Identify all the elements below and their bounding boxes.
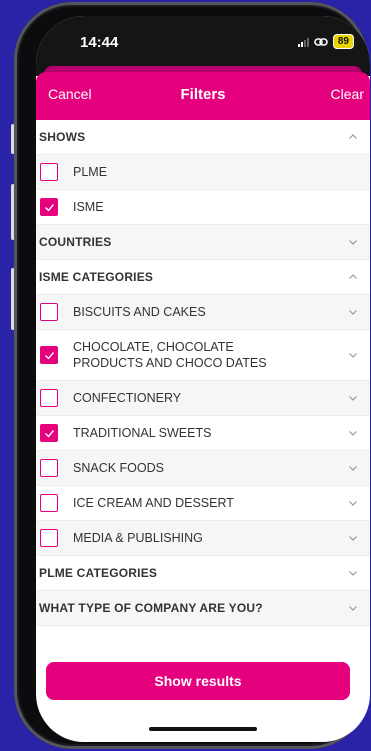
page-title: Filters (180, 86, 226, 103)
filter-list: SHOWS PLME ISME COUNTRIES ISME CATEGORIE (36, 120, 370, 626)
option-label: ISME (73, 200, 104, 214)
checkbox[interactable] (40, 424, 58, 442)
option-label: PLME (73, 165, 108, 179)
battery-indicator: 89 (332, 34, 354, 49)
option-traditional-sweets[interactable]: TRADITIONAL SWEETS (36, 416, 370, 451)
filters-header: Cancel Filters Clear (36, 72, 370, 120)
show-results-button[interactable]: Show results (46, 662, 350, 700)
status-icons: 89 (297, 34, 354, 49)
section-label: SHOWS (39, 130, 86, 144)
checkbox[interactable] (40, 346, 58, 364)
link-icon (314, 37, 328, 46)
checkbox[interactable] (40, 529, 58, 547)
check-icon (45, 430, 55, 438)
option-label: ICE CREAM AND DESSERT (73, 496, 234, 510)
option-biscuits-and-cakes[interactable]: BISCUITS AND CAKES (36, 295, 370, 330)
option-plme[interactable]: PLME (36, 155, 370, 190)
option-confectionery[interactable]: CONFECTIONERY (36, 381, 370, 416)
chevron-down-icon[interactable] (348, 463, 358, 473)
option-ice-cream-and-dessert[interactable]: ICE CREAM AND DESSERT (36, 486, 370, 521)
chevron-down-icon[interactable] (348, 307, 358, 317)
section-plme-categories[interactable]: PLME CATEGORIES (36, 556, 370, 591)
section-countries[interactable]: COUNTRIES (36, 225, 370, 260)
option-label: BISCUITS AND CAKES (73, 305, 206, 319)
option-chocolate-products[interactable]: CHOCOLATE, CHOCOLATE PRODUCTS AND CHOCO … (36, 330, 370, 381)
check-icon (45, 204, 55, 212)
check-icon (45, 352, 55, 360)
signal-icon (297, 37, 309, 47)
home-indicator (149, 727, 257, 731)
checkbox[interactable] (40, 389, 58, 407)
status-time: 14:44 (80, 34, 119, 51)
checkbox[interactable] (40, 163, 58, 181)
option-label: CHOCOLATE, CHOCOLATE PRODUCTS AND CHOCO … (73, 339, 267, 371)
section-shows[interactable]: SHOWS (36, 120, 370, 155)
chevron-down-icon (349, 606, 357, 611)
option-media-and-publishing[interactable]: MEDIA & PUBLISHING (36, 521, 370, 556)
chevron-down-icon (349, 240, 357, 245)
chevron-down-icon (349, 571, 357, 576)
section-label: COUNTRIES (39, 235, 112, 249)
checkbox[interactable] (40, 494, 58, 512)
section-company-type[interactable]: WHAT TYPE OF COMPANY ARE YOU? (36, 591, 370, 626)
chevron-down-icon[interactable] (348, 393, 358, 403)
option-snack-foods[interactable]: SNACK FOODS (36, 451, 370, 486)
checkbox[interactable] (40, 303, 58, 321)
option-label: TRADITIONAL SWEETS (73, 426, 212, 440)
chevron-down-icon[interactable] (348, 498, 358, 508)
option-isme[interactable]: ISME (36, 190, 370, 225)
clear-button[interactable]: Clear (331, 86, 364, 102)
option-label: SNACK FOODS (73, 461, 164, 475)
screen: 14:44 89 Cancel Filters Clear SHOWS PLME… (36, 16, 370, 742)
option-label: MEDIA & PUBLISHING (73, 531, 203, 545)
chevron-up-icon (349, 274, 357, 279)
checkbox[interactable] (40, 198, 58, 216)
option-label-line: PRODUCTS AND CHOCO DATES (73, 356, 267, 370)
chevron-up-icon (349, 134, 357, 139)
option-label-line: CHOCOLATE, CHOCOLATE (73, 340, 234, 354)
section-isme-categories[interactable]: ISME CATEGORIES (36, 260, 370, 295)
chevron-down-icon[interactable] (348, 533, 358, 543)
chevron-down-icon[interactable] (348, 350, 358, 360)
section-label: WHAT TYPE OF COMPANY ARE YOU? (39, 601, 263, 615)
section-label: PLME CATEGORIES (39, 566, 158, 580)
option-label: CONFECTIONERY (73, 391, 182, 405)
phone-frame: 14:44 89 Cancel Filters Clear SHOWS PLME… (14, 2, 370, 749)
checkbox[interactable] (40, 459, 58, 477)
section-label: ISME CATEGORIES (39, 270, 154, 284)
chevron-down-icon[interactable] (348, 428, 358, 438)
